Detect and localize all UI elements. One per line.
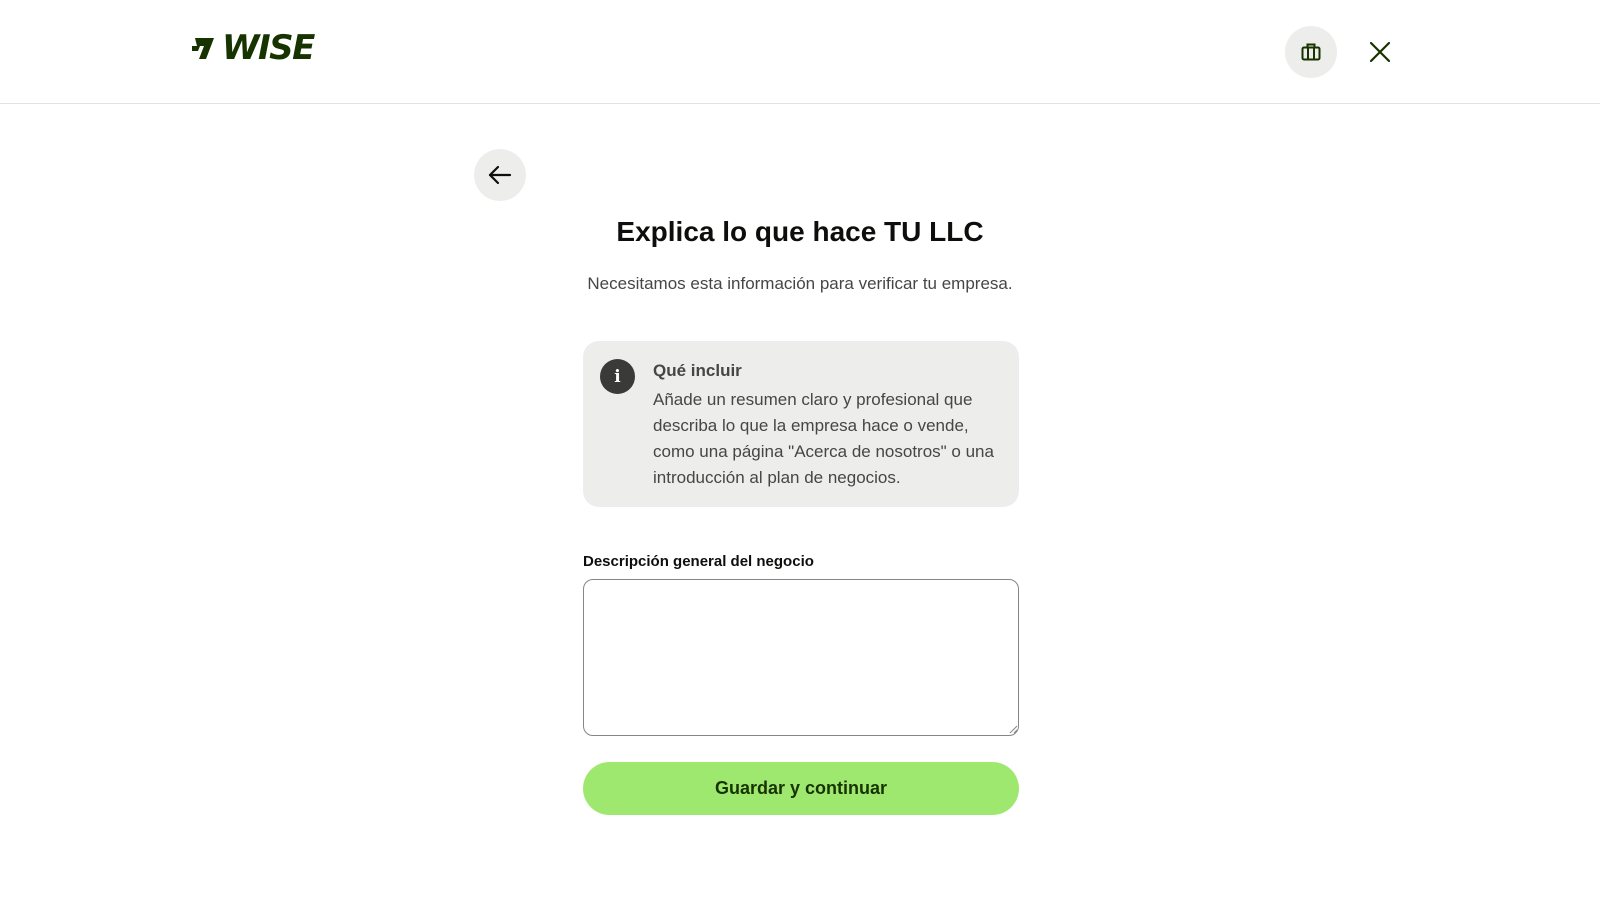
resize-handle-icon[interactable] xyxy=(1008,724,1018,734)
top-header: WISE xyxy=(0,0,1600,104)
business-account-button[interactable] xyxy=(1285,26,1337,78)
info-card-body: Añade un resumen claro y profesional que… xyxy=(653,390,994,487)
info-card: i Qué incluir Añade un resumen claro y p… xyxy=(583,341,1019,507)
business-description-input[interactable] xyxy=(583,579,1019,736)
wise-logo[interactable]: WISE xyxy=(192,28,315,68)
back-button[interactable] xyxy=(474,149,526,201)
page-subtitle: Necesitamos esta información para verifi… xyxy=(587,274,1013,293)
briefcase-icon xyxy=(1301,43,1321,61)
close-button[interactable] xyxy=(1362,34,1398,70)
wise-wordmark: WISE xyxy=(222,28,315,68)
wise-flag-icon xyxy=(192,38,214,59)
business-description-label: Descripción general del negocio xyxy=(583,553,814,570)
info-icon: i xyxy=(600,359,635,394)
arrow-left-icon xyxy=(488,165,512,185)
save-and-continue-button[interactable]: Guardar y continuar xyxy=(583,762,1019,815)
page-title: Explica lo que hace TU LLC xyxy=(616,216,984,247)
close-icon xyxy=(1369,41,1391,63)
info-card-title: Qué incluir xyxy=(653,361,742,380)
